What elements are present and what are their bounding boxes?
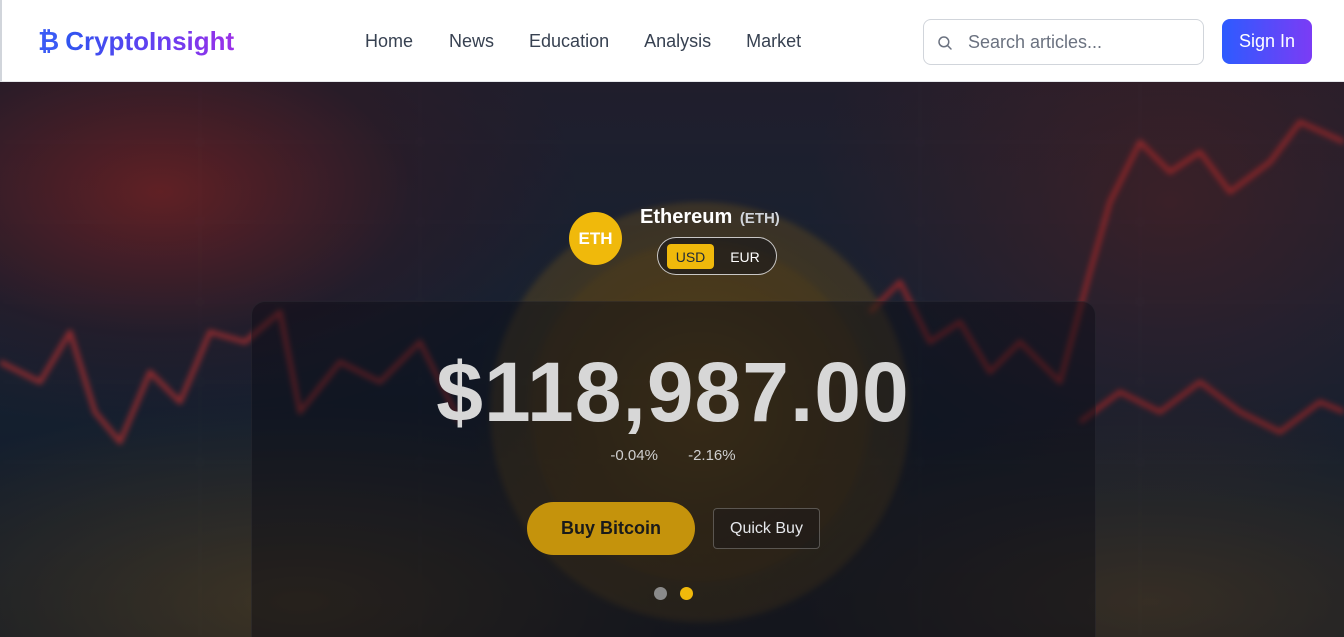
nav-market[interactable]: Market [746,29,801,53]
coin-badge: ETH [569,212,622,265]
quick-buy-button[interactable]: Quick Buy [713,508,820,549]
nav-analysis[interactable]: Analysis [644,29,711,53]
site-header: ₿ CryptoInsight Home News Education Anal… [0,0,1344,82]
sign-in-button[interactable]: Sign In [1222,19,1312,64]
nav-home[interactable]: Home [365,29,413,53]
coin-title: Ethereum (ETH) [640,206,780,229]
search-box[interactable] [923,19,1204,65]
price-value: $118,987.00 [436,345,910,439]
brand-logo[interactable]: ₿ CryptoInsight [38,24,234,58]
change-7d: -2.16% [688,447,736,464]
coin-symbol: (ETH) [739,210,780,227]
search-input[interactable] [968,20,1196,64]
bitcoin-icon: ₿ [38,25,60,56]
currency-toggle: USD EUR [657,237,777,275]
currency-usd-button[interactable]: USD [667,244,714,269]
carousel-dot-1[interactable] [654,587,667,600]
carousel-dot-2-active[interactable] [680,587,693,600]
currency-eur-button[interactable]: EUR [721,244,769,269]
nav-news[interactable]: News [449,29,494,53]
buy-bitcoin-button[interactable]: Buy Bitcoin [527,502,695,555]
main-nav: Home News Education Analysis Market [365,29,801,53]
coin-name: Ethereum [640,206,733,228]
hero-section: ETH Ethereum (ETH) USD EUR $118,987.00 -… [0,82,1344,637]
search-icon [938,36,952,50]
brand-name: CryptoInsight [65,25,235,56]
price-changes: -0.04% -2.16% [0,447,1344,464]
change-24h: -0.04% [610,447,658,464]
nav-education[interactable]: Education [529,29,609,53]
